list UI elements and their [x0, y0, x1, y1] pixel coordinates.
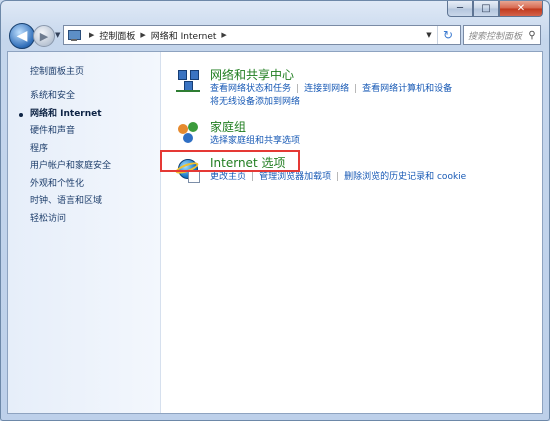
category-links-network-sharing: 查看网络状态和任务 | 连接到网络 | 查看网络计算机和设备 将无线设备添加到网络 [210, 84, 453, 107]
sidebar-list: 系统和安全 网络和 Internet 硬件和声音 程序 用户帐户和家庭安全 外观… [18, 88, 111, 229]
forward-arrow-icon[interactable]: ▶ [33, 25, 55, 47]
address-dropdown-icon[interactable]: ▼ [422, 26, 436, 44]
back-arrow-icon[interactable]: ◀ [9, 23, 35, 49]
link-change-home-page[interactable]: 更改主页 [210, 172, 246, 182]
sidebar-item-system-security[interactable]: 系统和安全 [30, 88, 111, 106]
search-input[interactable]: 搜索控制面板 ⚲ [463, 25, 541, 45]
recent-pages-dropdown-icon[interactable]: ▼ [55, 31, 60, 39]
sidebar-item-appearance[interactable]: 外观和个性化 [30, 176, 111, 194]
control-panel-icon [67, 29, 81, 41]
sidebar-item-ease-of-access[interactable]: 轻松访问 [30, 211, 111, 229]
network-sharing-icon [176, 68, 200, 92]
search-placeholder: 搜索控制面板 [468, 31, 523, 42]
address-bar[interactable]: ▶ 控制面板 ▶ 网络和 Internet ▶ ▼ ↻ [63, 25, 461, 45]
chevron-right-icon[interactable]: ▶ [89, 31, 94, 39]
link-add-wireless-device[interactable]: 将无线设备添加到网络 [210, 97, 300, 107]
window-controls: ─ □ ✕ [447, 1, 543, 18]
highlight-box [160, 150, 300, 172]
maximize-button[interactable]: □ [473, 1, 499, 17]
breadcrumb-control-panel[interactable]: 控制面板 [99, 29, 135, 42]
category-links-homegroup: 选择家庭组和共享选项 [210, 135, 530, 148]
link-view-network-computers[interactable]: 查看网络计算机和设备 [362, 84, 452, 94]
content-area: 控制面板主页 系统和安全 网络和 Internet 硬件和声音 程序 用户帐户和… [7, 51, 543, 414]
sidebar-item-user-accounts[interactable]: 用户帐户和家庭安全 [30, 158, 111, 176]
chevron-right-icon[interactable]: ▶ [140, 31, 145, 39]
sidebar: 控制面板主页 系统和安全 网络和 Internet 硬件和声音 程序 用户帐户和… [8, 52, 161, 413]
refresh-icon[interactable]: ↻ [437, 26, 458, 44]
sidebar-item-network-internet[interactable]: 网络和 Internet [18, 106, 111, 124]
minimize-button[interactable]: ─ [447, 1, 473, 17]
category-title-homegroup[interactable]: 家庭组 [210, 118, 246, 135]
category-title-network-sharing[interactable]: 网络和共享中心 [210, 66, 294, 83]
main-panel: 网络和共享中心 查看网络状态和任务 | 连接到网络 | 查看网络计算机和设备 将无线设备… [160, 52, 542, 413]
category-links-internet-options: 更改主页 | 管理浏览器加载项 | 删除浏览的历史记录和 cookie [210, 172, 467, 182]
link-connect-to-network[interactable]: 连接到网络 [304, 84, 349, 94]
link-homegroup-sharing-options[interactable]: 选择家庭组和共享选项 [210, 136, 300, 146]
control-panel-window: ─ □ ✕ ◀ ▶ ▼ ▶ 控制面板 ▶ 网络和 Internet ▶ ▼ ↻ … [0, 0, 550, 421]
homegroup-icon [176, 120, 200, 144]
close-button[interactable]: ✕ [499, 1, 543, 17]
link-manage-addons[interactable]: 管理浏览器加载项 [259, 172, 331, 182]
navigation-bar: ◀ ▶ ▼ ▶ 控制面板 ▶ 网络和 Internet ▶ ▼ ↻ 搜索控制面板… [5, 23, 545, 49]
sidebar-item-hardware-sound[interactable]: 硬件和声音 [30, 123, 111, 141]
link-view-network-status[interactable]: 查看网络状态和任务 [210, 84, 291, 94]
sidebar-home-link[interactable]: 控制面板主页 [30, 64, 84, 77]
breadcrumb-network-internet[interactable]: 网络和 Internet [151, 29, 217, 42]
sidebar-item-programs[interactable]: 程序 [30, 141, 111, 159]
sidebar-item-clock-language[interactable]: 时钟、语言和区域 [30, 193, 111, 211]
search-icon[interactable]: ⚲ [524, 30, 540, 41]
chevron-right-icon[interactable]: ▶ [221, 31, 226, 39]
link-delete-browsing-history[interactable]: 删除浏览的历史记录和 cookie [344, 172, 466, 182]
